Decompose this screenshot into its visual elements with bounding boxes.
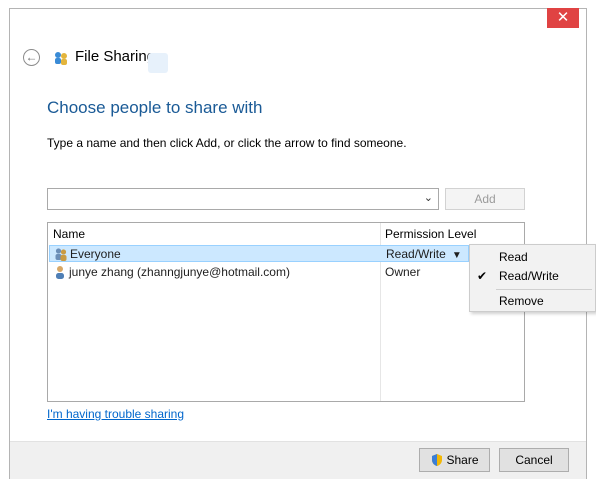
chevron-down-icon[interactable]: ⌄	[424, 191, 433, 204]
people-list[interactable]: Name Permission Level Everyone Read/Writ…	[47, 222, 525, 402]
user-icon	[56, 266, 64, 279]
menu-separator	[496, 289, 592, 290]
file-sharing-icon	[55, 52, 67, 65]
menu-item-read-write[interactable]: Read/Write	[499, 269, 559, 283]
row-name: junye zhang (zhanngjunye@hotmail.com)	[69, 265, 290, 279]
column-header-name[interactable]: Name	[53, 227, 85, 241]
row-name: Everyone	[70, 247, 121, 261]
name-input[interactable]	[50, 191, 410, 207]
permission-dropdown[interactable]: Read/Write ▼	[386, 247, 462, 261]
title-ghost-overlay	[148, 53, 168, 73]
uac-shield-icon	[432, 454, 443, 466]
trouble-sharing-link[interactable]: I'm having trouble sharing	[47, 407, 184, 421]
row-permission: Owner	[385, 265, 421, 279]
instruction-text: Type a name and then click Add, or click…	[47, 136, 407, 150]
list-item-everyone[interactable]: Everyone Read/Write ▼	[49, 245, 469, 262]
add-button[interactable]: Add	[445, 188, 525, 210]
group-icon	[55, 248, 67, 261]
cancel-button[interactable]: Cancel	[499, 448, 569, 472]
share-button-label: Share	[446, 453, 479, 467]
permission-context-menu: Read ✔ Read/Write Remove	[469, 244, 596, 312]
menu-item-read[interactable]: Read	[499, 250, 528, 264]
share-button[interactable]: Share	[419, 448, 490, 472]
column-header-permission[interactable]: Permission Level	[385, 227, 476, 241]
page-heading: Choose people to share with	[47, 98, 263, 117]
menu-item-remove[interactable]: Remove	[499, 294, 544, 308]
list-item-owner[interactable]: junye zhang (zhanngjunye@hotmail.com) Ow…	[49, 264, 469, 281]
window-title: File Sharing	[75, 48, 156, 65]
row-permission: Read/Write	[386, 247, 446, 261]
triangle-down-icon[interactable]: ▼	[452, 250, 462, 261]
name-combobox[interactable]: ⌄	[47, 188, 439, 210]
close-button[interactable]: ✕	[547, 8, 579, 28]
back-arrow-icon[interactable]: ←	[23, 49, 40, 66]
checkmark-icon: ✔	[477, 269, 488, 283]
